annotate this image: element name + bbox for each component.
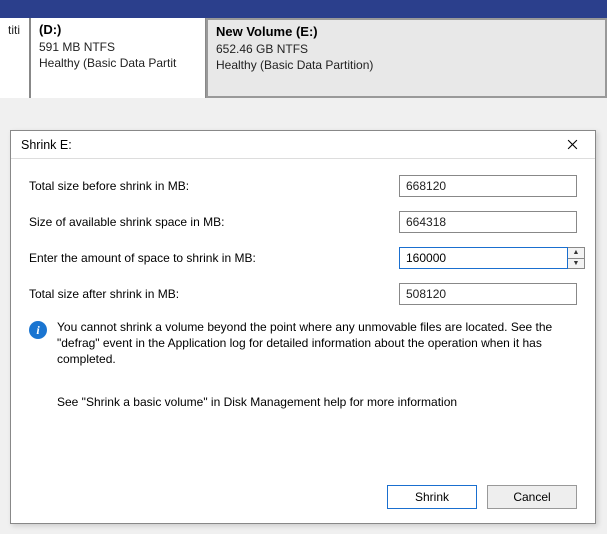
partition-d-title: (D:) (39, 22, 197, 37)
value-total-after: 508120 (399, 283, 577, 305)
dialog-title-text: Shrink E: (21, 138, 72, 152)
info-icon: i (29, 321, 47, 339)
label-total-after: Total size after shrink in MB: (29, 287, 399, 301)
spinner-down-button[interactable]: ▼ (568, 259, 584, 269)
shrink-amount-spinner: ▲ ▼ (568, 247, 585, 269)
partition-d-size: 591 MB NTFS (39, 39, 197, 55)
shrink-dialog: Shrink E: Total size before shrink in MB… (10, 130, 596, 524)
info-text: You cannot shrink a volume beyond the po… (57, 319, 577, 436)
partition-d-status: Healthy (Basic Data Partit (39, 55, 197, 71)
partition-fragment-label: titi (8, 22, 21, 38)
close-icon (567, 139, 578, 150)
partition-d[interactable]: (D:) 591 MB NTFS Healthy (Basic Data Par… (30, 18, 206, 98)
value-total-before: 668120 (399, 175, 577, 197)
value-available: 664318 (399, 211, 577, 233)
partition-fragment[interactable]: titi (0, 18, 30, 98)
label-total-before: Total size before shrink in MB: (29, 179, 399, 193)
disk-partition-bar: titi (D:) 591 MB NTFS Healthy (Basic Dat… (0, 0, 607, 98)
label-amount: Enter the amount of space to shrink in M… (29, 251, 399, 265)
info-paragraph-2: See "Shrink a basic volume" in Disk Mana… (57, 394, 577, 410)
close-button[interactable] (557, 134, 587, 156)
label-available: Size of available shrink space in MB: (29, 215, 399, 229)
disk-header-stripe (0, 0, 607, 18)
partition-e-size: 652.46 GB NTFS (216, 41, 597, 57)
shrink-amount-input[interactable] (399, 247, 568, 269)
dialog-titlebar: Shrink E: (11, 131, 595, 159)
shrink-button[interactable]: Shrink (387, 485, 477, 509)
partition-e-title: New Volume (E:) (216, 24, 597, 39)
cancel-button[interactable]: Cancel (487, 485, 577, 509)
partition-e[interactable]: New Volume (E:) 652.46 GB NTFS Healthy (… (206, 18, 607, 98)
partition-e-status: Healthy (Basic Data Partition) (216, 57, 597, 73)
info-paragraph-1: You cannot shrink a volume beyond the po… (57, 319, 577, 368)
spinner-up-button[interactable]: ▲ (568, 248, 584, 259)
